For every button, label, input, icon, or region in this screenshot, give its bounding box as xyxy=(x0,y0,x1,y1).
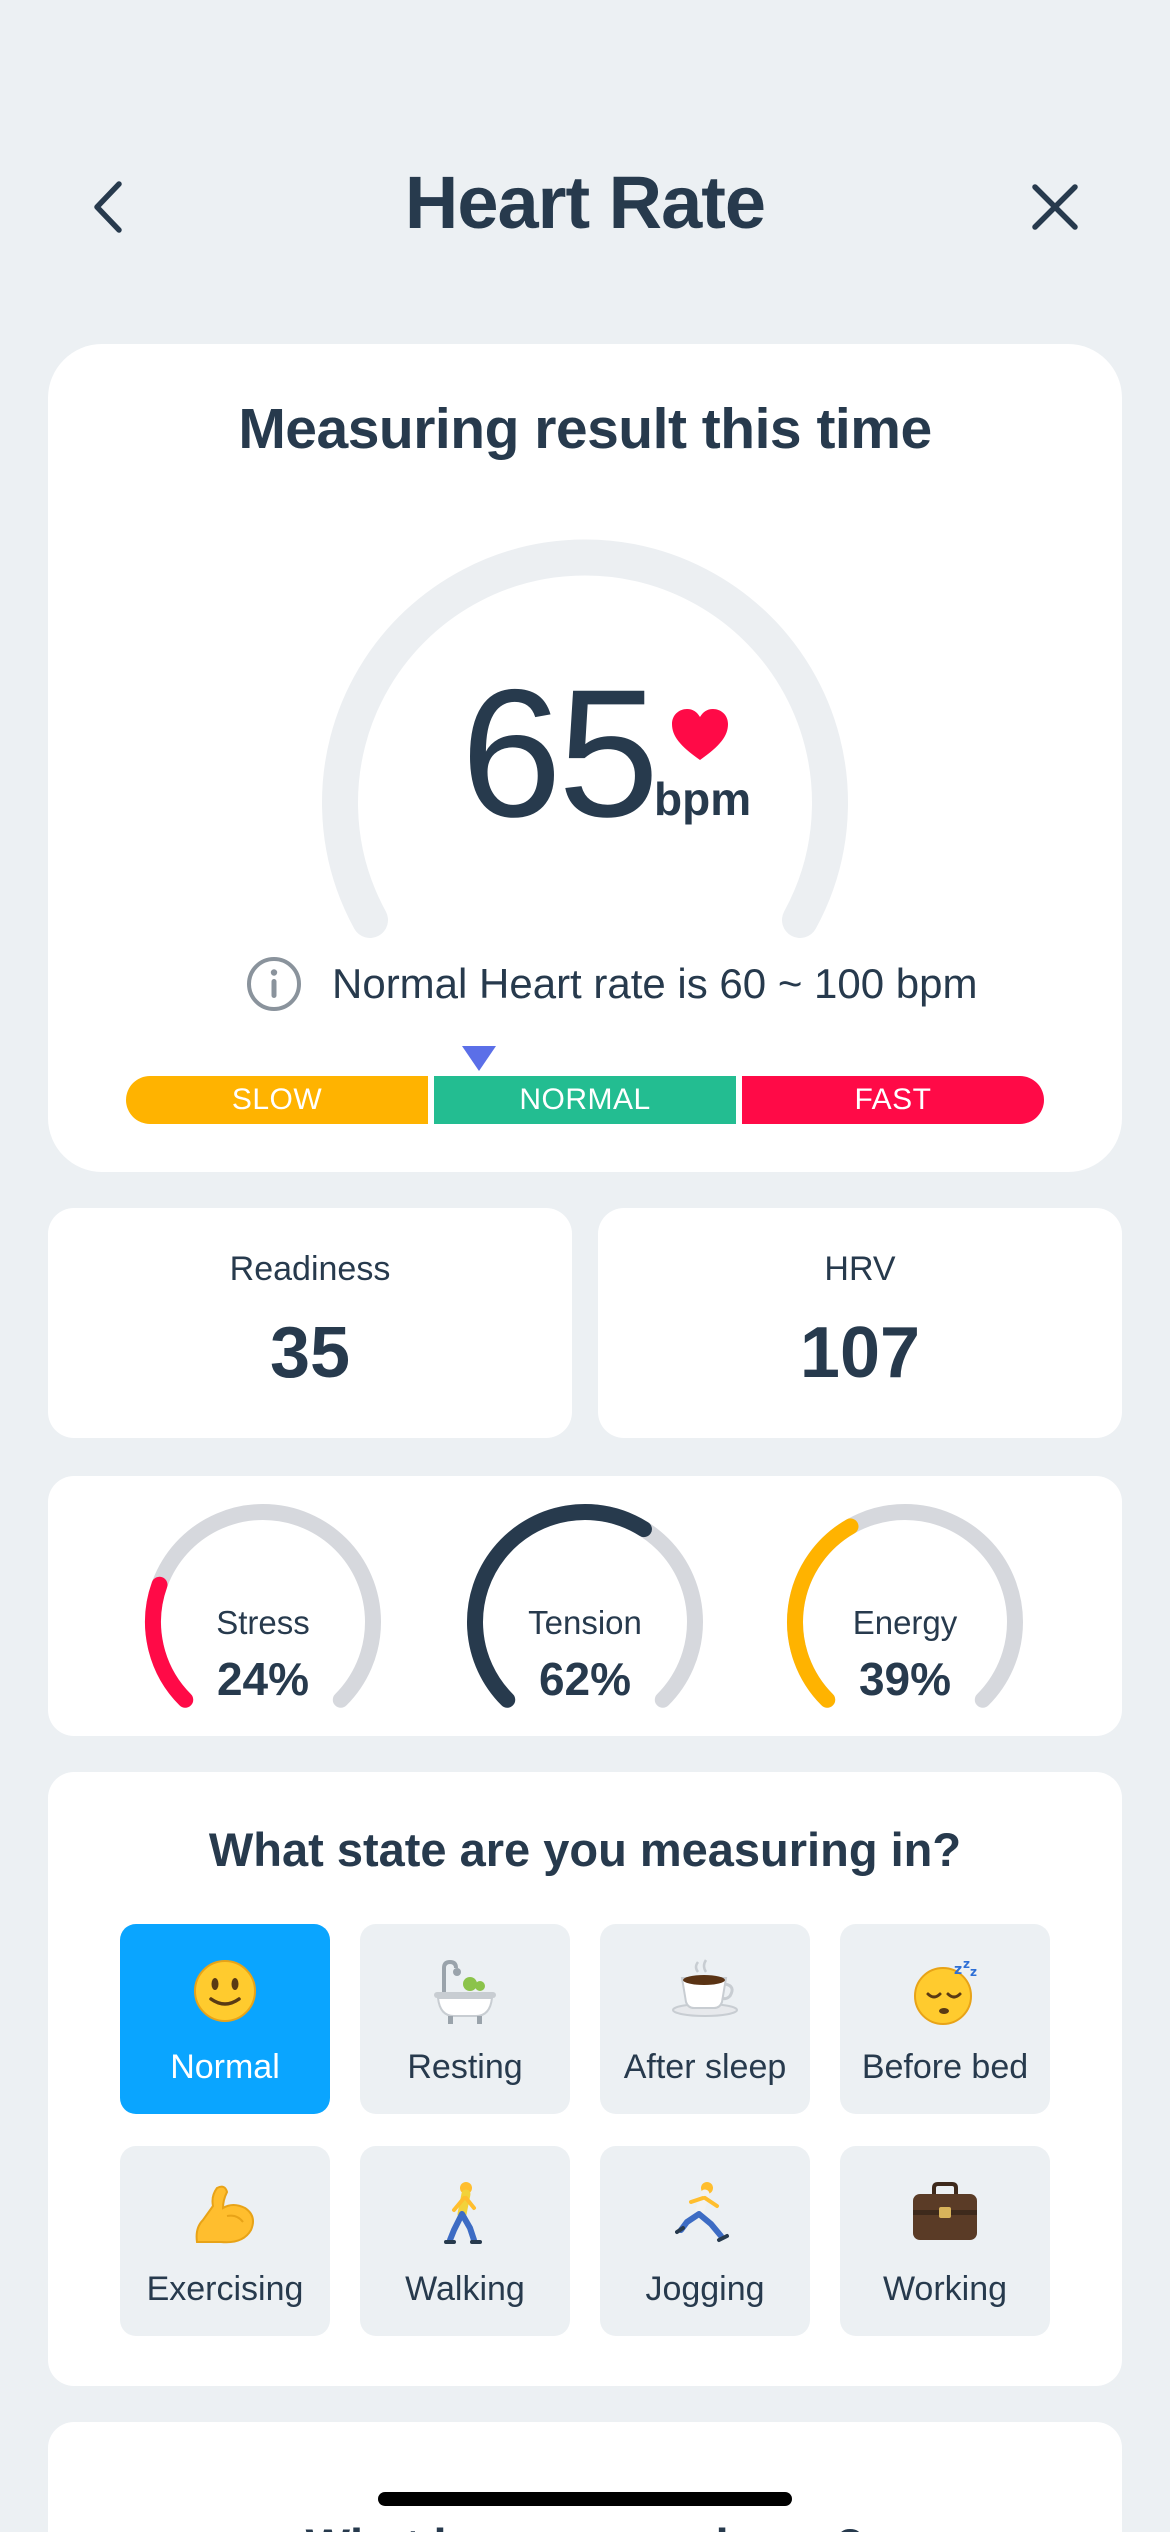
state-option-exercising[interactable]: Exercising xyxy=(120,2146,330,2336)
close-button[interactable] xyxy=(1018,170,1092,244)
briefcase-icon xyxy=(913,2182,977,2240)
readiness-value: 35 xyxy=(269,1313,351,1393)
range-pointer xyxy=(462,1046,496,1071)
range-fast: FAST xyxy=(742,1076,1044,1124)
hrv-card: HRV 107 xyxy=(598,1208,1122,1438)
state-label-resting: Resting xyxy=(407,2048,523,2086)
state-options-grid: Normal Resting After sleep z z z Before … xyxy=(120,1924,1050,2340)
normal-range-text: Normal Heart rate is 60 ~ 100 bpm xyxy=(332,960,978,1007)
state-option-normal[interactable]: Normal xyxy=(120,1924,330,2114)
mood-title: What is your mood now? xyxy=(48,2518,1122,2532)
range-normal: NORMAL xyxy=(434,1076,736,1124)
state-option-after-sleep[interactable]: After sleep xyxy=(600,1924,810,2114)
state-option-resting[interactable]: Resting xyxy=(360,1924,570,2114)
result-card: Measuring result this time 65 bpm Normal… xyxy=(48,344,1122,1172)
state-label-after-sleep: After sleep xyxy=(623,2048,787,2086)
energy-meter: Energy 39% xyxy=(780,1502,1030,1712)
svg-text:z: z xyxy=(954,1962,962,1978)
svg-text:z: z xyxy=(970,1965,977,1979)
readiness-card: Readiness 35 xyxy=(48,1208,572,1438)
mood-card: What is your mood now? xyxy=(48,2422,1122,2532)
range-slow: SLOW xyxy=(126,1076,428,1124)
state-option-before-bed[interactable]: z z z Before bed xyxy=(840,1924,1050,2114)
state-title: What state are you measuring in? xyxy=(208,1823,962,1876)
page-title: Heart Rate xyxy=(404,161,766,244)
state-option-jogging[interactable]: Jogging xyxy=(600,2146,810,2336)
state-label-working: Working xyxy=(882,2270,1008,2308)
normal-range-info: Normal Heart rate is 60 ~ 100 bpm xyxy=(246,956,977,1012)
state-label-jogging: Jogging xyxy=(645,2270,765,2308)
coffee-icon xyxy=(672,1959,738,2017)
state-option-working[interactable]: Working xyxy=(840,2146,1050,2336)
stress-value: 24% xyxy=(216,1653,310,1705)
state-label-before-bed: Before bed xyxy=(861,2048,1029,2086)
state-label-exercising: Exercising xyxy=(146,2270,304,2308)
hrv-value: 107 xyxy=(799,1313,921,1393)
close-icon xyxy=(1032,184,1078,230)
person-running-icon xyxy=(675,2182,729,2242)
heart-rate-range-bar: SLOW NORMAL FAST xyxy=(126,1076,1044,1124)
flexed-biceps-icon xyxy=(195,2185,254,2244)
state-label-walking: Walking xyxy=(405,2270,525,2308)
bathtub-icon xyxy=(434,1959,496,2024)
hrv-label: HRV xyxy=(824,1250,896,1288)
bpm-unit: bpm xyxy=(654,773,752,825)
svg-text:z: z xyxy=(963,1958,970,1971)
home-indicator xyxy=(378,2492,792,2506)
stress-label: Stress xyxy=(216,1604,310,1641)
slightly-smiling-face-icon xyxy=(194,1960,256,2022)
state-label-normal: Normal xyxy=(170,2048,280,2086)
readiness-label: Readiness xyxy=(229,1250,391,1288)
tension-label: Tension xyxy=(528,1604,642,1641)
person-walking-icon xyxy=(444,2182,482,2244)
measuring-state-card: What state are you measuring in? Normal xyxy=(48,1772,1122,2386)
sleeping-face-icon: z z z xyxy=(914,1958,977,2025)
info-icon xyxy=(247,957,301,1011)
tension-meter: Tension 62% xyxy=(460,1502,710,1712)
meters-card: Stress 24% Tension 62% Energy 39% xyxy=(48,1476,1122,1736)
state-option-walking[interactable]: Walking xyxy=(360,2146,570,2336)
energy-value: 39% xyxy=(858,1653,952,1705)
tension-value: 62% xyxy=(538,1653,632,1705)
heart-rate-screen: Heart Rate Measuring result this time 65… xyxy=(0,0,1170,2532)
energy-label: Energy xyxy=(852,1604,958,1641)
stress-meter: Stress 24% xyxy=(138,1502,388,1712)
heart-icon xyxy=(672,709,728,760)
